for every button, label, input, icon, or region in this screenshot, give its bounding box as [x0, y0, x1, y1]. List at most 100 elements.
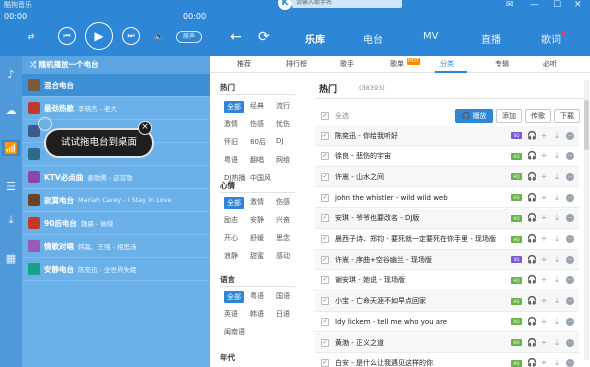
song-row[interactable]: ✓ 谢安琪 - 她说 - 现场版 HQ 🎧 + ⤓ ··· — [315, 271, 579, 291]
radio-channel-row[interactable]: 最劲热歌 李晓杰 - 老大 — [22, 97, 210, 120]
filter-tag[interactable]: 国语 — [276, 291, 290, 301]
subtab-2[interactable]: 歌手 — [340, 59, 354, 69]
listen-icon[interactable]: 🎧 — [527, 359, 537, 367]
scrollbar-thumb[interactable] — [584, 100, 589, 150]
filter-tag[interactable]: 安静 — [250, 215, 264, 225]
checkbox-icon[interactable]: ✓ — [321, 112, 329, 120]
song-checkbox[interactable]: ✓ — [321, 359, 329, 367]
more-icon[interactable]: ··· — [566, 214, 574, 223]
song-row[interactable]: ✓ 徐良 - 悲伤的宇宙 HQ 🎧 + ⤓ ··· — [315, 147, 579, 167]
song-row[interactable]: ✓ 晨西子诗、郑钧 - 要死就一定要死在你手里 - 现场版 HQ 🎧 + ⤓ ··· — [315, 230, 579, 250]
song-row[interactable]: ✓ 安琪 - 爷爷也要改名 - DJ版 HQ 🎧 + ⤓ ··· — [315, 208, 579, 229]
song-checkbox[interactable]: ✓ — [321, 172, 329, 181]
filter-tag[interactable]: 激情 — [250, 197, 264, 207]
more-icon[interactable]: ··· — [566, 152, 574, 161]
song-title[interactable]: 小宝 - 亡命天涯不如早点回家 — [335, 296, 511, 306]
listen-icon[interactable]: 🎧 — [527, 255, 537, 264]
listen-icon[interactable]: 🎧 — [527, 193, 537, 202]
add-icon[interactable]: + — [540, 131, 548, 140]
search-input[interactable]: 请输入歌手名 — [292, 0, 402, 8]
filter-tag[interactable]: 思念 — [276, 233, 290, 243]
upload-button[interactable]: 传歌 — [525, 109, 551, 123]
song-title[interactable]: 陈奕迅 - 你给我听好 — [335, 131, 511, 141]
tooltip-close-icon[interactable]: × — [138, 121, 152, 135]
list-icon[interactable]: ☰ — [2, 178, 20, 194]
filter-tag[interactable]: 甜蜜 — [250, 251, 264, 261]
song-checkbox[interactable]: ✓ — [321, 297, 329, 306]
radio-channel-row[interactable]: 混合电台 — [22, 74, 210, 97]
song-title[interactable]: 徐良 - 悲伤的宇宙 — [335, 151, 511, 161]
listen-icon[interactable]: 🎧 — [527, 297, 537, 305]
radio-channel-row[interactable]: 90后电台 魏晨 - 破晓 — [22, 212, 210, 235]
download-icon[interactable]: ⤓ — [553, 152, 561, 160]
song-row[interactable]: ✓ Idy lickem - tell me who you are HQ 🎧 + ⤓ ··… — [315, 312, 579, 333]
volume-icon[interactable]: 🔈 — [152, 29, 166, 43]
select-all[interactable]: ✓ 全选 — [321, 111, 349, 121]
more-icon[interactable]: ··· — [566, 317, 574, 326]
listen-icon[interactable]: 🎧 — [527, 172, 537, 181]
random-radio-header[interactable]: ⤮ 随机播放一个电台 — [22, 56, 210, 74]
song-row[interactable]: ✓ john the whistler - wild wild web HQ 🎧 + ⤓ ·… — [315, 188, 579, 209]
download-icon[interactable]: ⤓ — [553, 276, 561, 284]
subtab-5[interactable]: 专辑 — [495, 59, 509, 69]
song-checkbox[interactable]: ✓ — [321, 276, 329, 285]
tab-1[interactable]: 电台 — [363, 31, 383, 46]
cloud-icon[interactable]: ☁ — [2, 102, 20, 118]
filter-tag[interactable]: 英语 — [224, 309, 238, 319]
song-checkbox[interactable]: ✓ — [321, 152, 329, 161]
listen-icon[interactable]: 🎧 — [527, 276, 537, 284]
add-icon[interactable]: + — [540, 193, 548, 202]
more-icon[interactable]: ··· — [566, 255, 574, 264]
filter-tag[interactable]: 伤感 — [250, 119, 264, 129]
download-icon[interactable]: ⤓ — [553, 214, 561, 222]
song-title[interactable]: 安琪 - 爷爷也要改名 - DJ版 — [335, 213, 511, 223]
add-icon[interactable]: + — [540, 235, 548, 243]
apps-grid-icon[interactable]: ▦ — [2, 250, 20, 266]
subtab-1[interactable]: 排行榜 — [286, 59, 307, 69]
more-icon[interactable]: ··· — [566, 131, 574, 140]
song-row[interactable]: ✓ 许嵩 - 山水之间 HQ 🎧 + ⤓ ··· — [315, 167, 579, 188]
add-icon[interactable]: + — [540, 276, 548, 284]
more-icon[interactable]: ··· — [566, 338, 574, 347]
listen-icon[interactable]: 🎧 — [527, 235, 537, 243]
more-icon[interactable]: ··· — [566, 172, 574, 181]
listen-icon[interactable]: 🎧 — [527, 317, 537, 326]
filter-tag[interactable]: 翻唱 — [250, 155, 264, 165]
listen-icon[interactable]: 🎧 — [527, 214, 537, 222]
back-arrow-icon[interactable]: ← — [230, 29, 242, 45]
prev-button[interactable]: ⏮ — [58, 27, 76, 45]
download-icon[interactable]: ⤓ — [553, 317, 561, 326]
tab-2[interactable]: MV — [423, 31, 438, 42]
filter-tag[interactable]: 网络 — [276, 155, 290, 165]
play-selected-button[interactable]: 🎧 播放 — [455, 109, 493, 123]
filter-tag[interactable]: 浪静 — [224, 251, 238, 261]
more-icon[interactable]: ··· — [566, 276, 574, 285]
song-checkbox[interactable]: ✓ — [321, 235, 329, 243]
song-row[interactable]: ✓ 黄渤 - 正义之道 HQ 🎧 + ⤓ ··· — [315, 333, 579, 353]
download-button[interactable]: 下载 — [554, 109, 580, 123]
add-icon[interactable]: + — [540, 297, 548, 305]
song-title[interactable]: 谢安琪 - 她说 - 现场版 — [335, 275, 511, 285]
song-checkbox[interactable]: ✓ — [321, 338, 329, 347]
song-row[interactable]: ✓ 许嵩 - 序曲+空谷幽兰 - 现场版 SQ 🎧 + ⤓ ··· — [315, 250, 579, 271]
song-row[interactable]: ✓ 小宝 - 亡命天涯不如早点回家 HQ 🎧 + ⤓ ··· — [315, 291, 579, 312]
tab-0[interactable]: 乐库 — [305, 31, 325, 46]
song-title[interactable]: 许嵩 - 山水之间 — [335, 172, 511, 182]
next-button[interactable]: ⏭ — [122, 27, 140, 45]
download-icon[interactable]: ⤓ — [553, 255, 561, 264]
radio-channel-row[interactable]: 安静电台 陈奕迅 - 全世界失眠 — [22, 258, 210, 281]
add-icon[interactable]: + — [540, 359, 548, 367]
listen-icon[interactable]: 🎧 — [527, 338, 537, 347]
filter-tag[interactable]: 粤语 — [224, 155, 238, 165]
filter-tag[interactable]: 全部 — [224, 197, 244, 209]
radio-channel-row[interactable]: 情歌对唱 韩磊、王强 - 相思汤 — [22, 235, 210, 258]
more-icon[interactable]: ··· — [566, 235, 574, 243]
download-icon[interactable]: ⤓ — [553, 172, 561, 181]
tab-3[interactable]: 直播 — [481, 31, 501, 46]
subtab-3[interactable]: 歌单 — [390, 59, 404, 69]
download-icon[interactable]: ⤓ — [2, 212, 20, 228]
add-icon[interactable]: + — [540, 152, 548, 160]
add-icon[interactable]: + — [540, 214, 548, 222]
download-icon[interactable]: ⤓ — [553, 359, 561, 367]
sound-effect-button[interactable]: 原声 — [176, 31, 202, 43]
